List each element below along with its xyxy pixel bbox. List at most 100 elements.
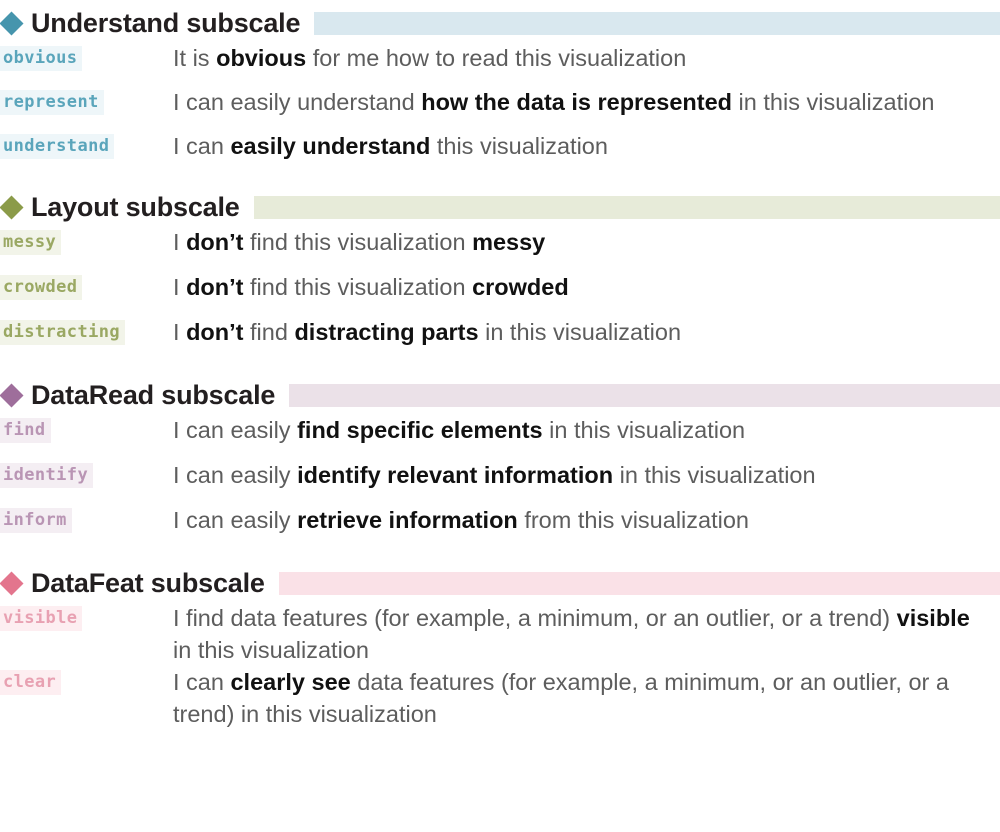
- item-code-chip: crowded: [0, 275, 83, 300]
- subscale-legend-figure: Understand subscale obvious It is obvious …: [0, 0, 1000, 832]
- subscale-item: distracting I don’t find distracting part…: [0, 317, 1000, 362]
- item-code-chip: obvious: [0, 46, 83, 71]
- item-code-cell: represent: [0, 87, 173, 115]
- item-code-cell: clear: [0, 667, 173, 695]
- item-code-cell: identify: [0, 460, 173, 488]
- subscale-item: represent I can easily understand how the…: [0, 87, 1000, 131]
- item-code-cell: obvious: [0, 43, 173, 71]
- diamond-icon: [0, 570, 24, 596]
- item-code-chip: understand: [0, 134, 115, 159]
- subscale-header-bar: [314, 11, 1000, 35]
- item-statement: I find data features (for example, a min…: [173, 603, 1000, 667]
- statement-text: I: [173, 274, 187, 300]
- subscale-item: obvious It is obvious for me how to read …: [0, 43, 1000, 87]
- item-code-cell: find: [0, 415, 173, 443]
- item-statement: I don’t find distracting parts in this v…: [173, 317, 1000, 349]
- statement-text: this visualization: [430, 133, 608, 159]
- statement-text: I: [173, 229, 187, 255]
- statement-text: in this visualization: [732, 89, 935, 115]
- statement-emphasis: easily understand: [230, 133, 431, 159]
- statement-emphasis: don’t: [186, 229, 244, 255]
- statement-emphasis: don’t: [186, 319, 244, 345]
- item-code-chip: distracting: [0, 320, 125, 345]
- item-statement: I can easily understand this visualizati…: [173, 131, 1000, 163]
- item-statement: I can easily retrieve information from t…: [173, 505, 1000, 537]
- diamond-icon: [0, 382, 24, 408]
- statement-emphasis: distracting parts: [294, 319, 479, 345]
- item-code-chip: find: [0, 418, 51, 443]
- statement-text: I: [173, 319, 187, 345]
- item-statement: It is obvious for me how to read this vi…: [173, 43, 1000, 75]
- statement-emphasis: don’t: [186, 274, 244, 300]
- subscale-section-dataread: DataRead subscale find I can easily find s…: [0, 362, 1000, 550]
- item-statement: I can easily understand how the data is …: [173, 87, 1000, 119]
- item-code-chip: clear: [0, 669, 62, 695]
- subscale-item: clear I can clearly see data features (fo…: [0, 667, 1000, 731]
- subscale-section-layout: Layout subscale messy I don’t find this vi…: [0, 175, 1000, 362]
- statement-text: I can easily: [173, 507, 298, 533]
- subscale-header-bar: [289, 383, 1000, 407]
- subscale-section-datafeat: DataFeat subscale visible I find data feat…: [0, 550, 1000, 731]
- statement-text: from this visualization: [517, 507, 749, 533]
- statement-text: in this visualization: [613, 462, 816, 488]
- subscale-item: understand I can easily understand this v…: [0, 131, 1000, 175]
- item-code-chip: represent: [0, 90, 104, 115]
- statement-text: I can easily: [173, 462, 298, 488]
- item-code-chip: identify: [0, 463, 94, 488]
- diamond-icon: [0, 194, 24, 220]
- subscale-item: find I can easily find specific elements …: [0, 415, 1000, 460]
- statement-emphasis: crowded: [472, 274, 569, 300]
- statement-text: in this visualization: [542, 417, 746, 443]
- subscale-item: identify I can easily identify relevant i…: [0, 460, 1000, 505]
- subscale-item: messy I don’t find this visualization mes…: [0, 227, 1000, 272]
- statement-emphasis: clearly see: [230, 668, 351, 695]
- item-statement: I don’t find this visualization crowded: [173, 272, 1000, 304]
- statement-text: find this visualization: [243, 229, 473, 255]
- subscale-item: inform I can easily retrieve information …: [0, 505, 1000, 550]
- statement-text: I find data features (for example, a min…: [173, 605, 897, 631]
- item-statement: I can clearly see data features (for exa…: [173, 667, 1000, 731]
- statement-emphasis: find specific elements: [297, 417, 543, 443]
- statement-text: find this visualization: [243, 274, 473, 300]
- statement-text: in this visualization: [173, 636, 369, 663]
- item-code-chip: messy: [0, 230, 62, 255]
- statement-text: I can easily: [173, 417, 298, 443]
- subscale-header-bar: [278, 571, 1000, 595]
- subscale-title: DataRead subscale: [31, 379, 276, 410]
- statement-emphasis: obvious: [216, 45, 307, 71]
- item-code-cell: crowded: [0, 272, 173, 300]
- statement-text: in this visualization: [478, 319, 682, 345]
- subscale-item: crowded I don’t find this visualization c…: [0, 272, 1000, 317]
- item-code-cell: distracting: [0, 317, 173, 345]
- subscale-header-bar: [253, 195, 1000, 219]
- statement-emphasis: messy: [472, 229, 546, 255]
- item-code-cell: messy: [0, 227, 173, 255]
- item-code-cell: inform: [0, 505, 173, 533]
- item-statement: I can easily identify relevant informati…: [173, 460, 1000, 492]
- statement-text: for me how to read this visualization: [306, 45, 687, 71]
- subscale-title: DataFeat subscale: [31, 567, 265, 598]
- item-code-chip: visible: [0, 606, 83, 631]
- item-code-cell: understand: [0, 131, 173, 159]
- subscale-title: Understand subscale: [31, 7, 301, 38]
- subscale-header-layout: Layout subscale: [0, 187, 1000, 227]
- subscale-header-understand: Understand subscale: [0, 3, 1000, 43]
- statement-emphasis: identify relevant information: [297, 462, 614, 488]
- subscale-item: visible I find data features (for example…: [0, 603, 1000, 667]
- subscale-header-datafeat: DataFeat subscale: [0, 563, 1000, 603]
- statement-text: I can: [173, 133, 231, 159]
- statement-text: It is: [173, 45, 217, 71]
- item-statement: I don’t find this visualization messy: [173, 227, 1000, 259]
- statement-emphasis: how the data is represented: [421, 89, 733, 115]
- subscale-title: Layout subscale: [31, 191, 240, 222]
- item-statement: I can easily find specific elements in t…: [173, 415, 1000, 447]
- item-code-cell: visible: [0, 603, 173, 631]
- diamond-icon: [0, 10, 24, 36]
- subscale-header-dataread: DataRead subscale: [0, 375, 1000, 415]
- statement-emphasis: visible: [896, 605, 970, 631]
- statement-text: find: [243, 319, 295, 345]
- subscale-section-understand: Understand subscale obvious It is obvious …: [0, 0, 1000, 175]
- statement-text: I can easily understand: [173, 89, 422, 115]
- item-code-chip: inform: [0, 508, 72, 533]
- statement-text: I can: [173, 668, 231, 695]
